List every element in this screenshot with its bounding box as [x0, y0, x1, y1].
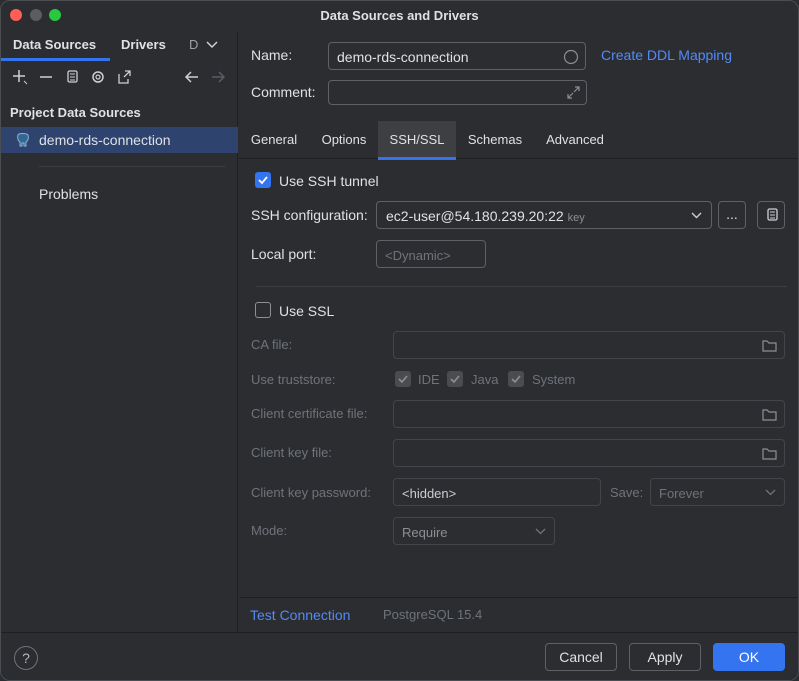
folder-icon[interactable] — [762, 408, 777, 421]
ca-file-label: CA file: — [251, 337, 293, 352]
mode-label: Mode: — [251, 523, 288, 538]
truststore-system-checkbox[interactable] — [508, 371, 524, 387]
remove-icon[interactable] — [37, 68, 55, 86]
left-toolbar — [1, 65, 238, 91]
truststore-ide-checkbox[interactable] — [395, 371, 411, 387]
settings-tabs: General Options SSH/SSL Schemas Advanced — [239, 121, 798, 160]
local-port-placeholder: <Dynamic> — [385, 248, 451, 263]
checkmark-icon — [258, 176, 268, 185]
problems-item[interactable]: Problems — [39, 186, 98, 202]
ssh-config-hint: key — [567, 212, 585, 224]
mode-select[interactable]: Require — [393, 517, 555, 545]
client-certificate-label: Client certificate file: — [251, 406, 368, 421]
client-key-password-label: Client key password: — [251, 485, 371, 500]
tab-ssh-ssl[interactable]: SSH/SSL — [378, 121, 456, 160]
left-panel: Data Sources Drivers D Project Data Sour… — [1, 31, 238, 632]
divider — [39, 166, 225, 167]
data-source-item[interactable]: demo-rds-connection — [1, 127, 238, 153]
tab-overflow[interactable]: D — [189, 37, 198, 52]
truststore-ide-label: IDE — [418, 372, 440, 387]
truststore-system-label: System — [532, 372, 576, 387]
tab-drivers[interactable]: Drivers — [121, 37, 166, 52]
truststore-java-label: Java — [471, 372, 499, 387]
ssh-config-value: ec2-user@54.180.239.20:22 — [386, 208, 564, 224]
dialog-window: Data Sources and Drivers Data Sources Dr… — [0, 0, 799, 681]
tab-advanced[interactable]: Advanced — [537, 121, 613, 159]
more-options-button[interactable]: ... — [718, 201, 746, 229]
use-ssh-tunnel-label: Use SSH tunnel — [279, 173, 379, 189]
use-ssl-label: Use SSL — [279, 303, 335, 319]
client-certificate-input[interactable] — [393, 400, 785, 428]
comment-input[interactable] — [328, 80, 587, 105]
tab-data-sources[interactable]: Data Sources — [1, 37, 111, 61]
name-label: Name: — [251, 47, 293, 63]
color-circle-icon[interactable] — [563, 49, 579, 65]
name-input-value: demo-rds-connection — [337, 49, 469, 65]
section-divider — [256, 286, 787, 287]
local-port-label: Local port: — [251, 246, 317, 262]
copy-icon[interactable] — [63, 68, 81, 86]
copy-icon — [767, 208, 778, 221]
local-port-input[interactable]: <Dynamic> — [376, 240, 486, 268]
mode-select-value: Require — [402, 525, 448, 540]
test-connection-link[interactable]: Test Connection — [250, 607, 350, 623]
apply-button[interactable]: Apply — [629, 643, 701, 671]
open-external-icon[interactable] — [115, 68, 133, 86]
create-ddl-mapping-link[interactable]: Create DDL Mapping — [601, 47, 732, 63]
bottom-bar: ? Cancel Apply OK — [1, 632, 798, 680]
left-tabs: Data Sources Drivers D — [1, 31, 238, 61]
folder-icon[interactable] — [762, 339, 777, 352]
chevron-down-icon — [765, 489, 776, 496]
checkmark-icon — [398, 375, 408, 384]
add-icon[interactable] — [11, 68, 29, 86]
postgresql-elephant-icon — [17, 133, 29, 147]
data-source-label: demo-rds-connection — [39, 132, 171, 148]
use-ssl-checkbox[interactable] — [255, 302, 271, 318]
client-key-password-value: <hidden> — [402, 486, 457, 501]
cancel-button[interactable]: Cancel — [545, 643, 617, 671]
client-key-password-input[interactable]: <hidden> — [393, 478, 601, 506]
copy-config-button[interactable] — [757, 201, 785, 229]
checkmark-icon — [511, 375, 521, 384]
help-button[interactable]: ? — [14, 646, 38, 670]
window-title: Data Sources and Drivers — [320, 8, 479, 23]
title-bar: Data Sources and Drivers — [1, 1, 798, 31]
chevron-down-icon[interactable] — [206, 41, 218, 49]
save-select-value: Forever — [659, 486, 704, 501]
db-version-label: PostgreSQL 15.4 — [383, 607, 483, 622]
ssh-configuration-label: SSH configuration: — [251, 207, 368, 223]
ssh-configuration-select[interactable]: ec2-user@54.180.239.20:22 key — [376, 201, 712, 229]
use-ssh-tunnel-checkbox[interactable] — [255, 172, 271, 188]
save-select[interactable]: Forever — [650, 478, 785, 506]
save-label: Save: — [610, 485, 644, 500]
comment-label: Comment: — [251, 84, 316, 100]
right-panel: Name: demo-rds-connection Create DDL Map… — [239, 31, 798, 632]
checkmark-icon — [450, 375, 460, 384]
use-truststore-label: Use truststore: — [251, 372, 336, 387]
tab-options[interactable]: Options — [311, 121, 377, 159]
ca-file-input[interactable] — [393, 331, 785, 359]
ok-button[interactable]: OK — [713, 643, 785, 671]
folder-icon[interactable] — [762, 447, 777, 460]
forward-arrow-icon[interactable] — [209, 68, 227, 86]
section-title-project-data-sources: Project Data Sources — [10, 105, 141, 120]
truststore-java-checkbox[interactable] — [447, 371, 463, 387]
tab-general[interactable]: General — [241, 121, 307, 159]
footer-divider — [239, 597, 798, 598]
chevron-down-icon — [691, 212, 702, 219]
client-key-file-label: Client key file: — [251, 445, 332, 460]
name-input[interactable]: demo-rds-connection — [328, 42, 586, 70]
expand-icon[interactable] — [566, 85, 581, 100]
chevron-down-icon — [535, 528, 546, 535]
back-arrow-icon[interactable] — [183, 68, 201, 86]
gear-icon[interactable] — [89, 68, 107, 86]
tab-schemas[interactable]: Schemas — [460, 121, 530, 159]
client-key-file-input[interactable] — [393, 439, 785, 467]
